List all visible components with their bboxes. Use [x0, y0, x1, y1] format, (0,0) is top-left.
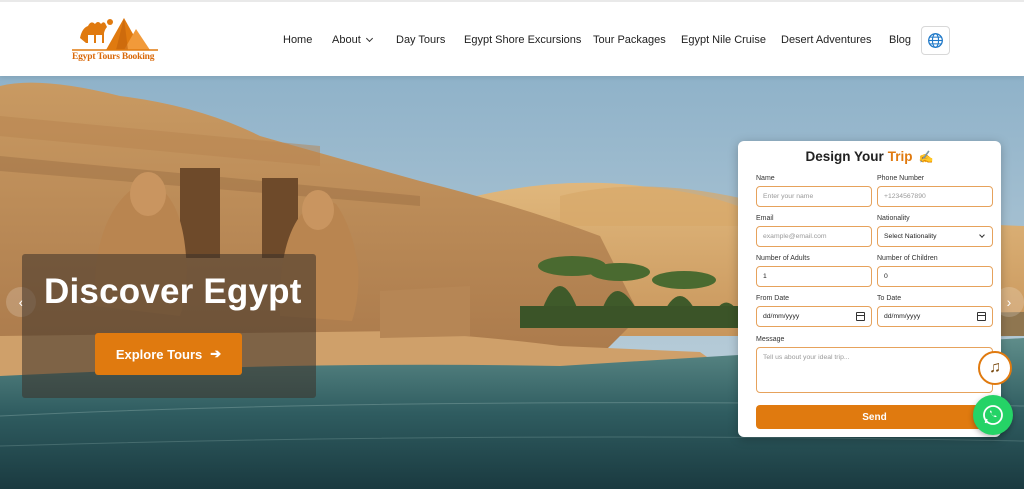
- from-date-label: From Date: [756, 295, 790, 302]
- nav-tour-packages[interactable]: Tour Packages: [593, 34, 666, 46]
- email-label: Email: [756, 215, 774, 222]
- to-date-input[interactable]: dd/mm/yyyy: [877, 306, 993, 327]
- email-input[interactable]: example@email.com: [756, 226, 872, 247]
- logo-text: Egypt Tours Booking: [72, 52, 155, 62]
- logo-pyramids-camel-icon: [72, 18, 158, 51]
- children-input[interactable]: 0: [877, 266, 993, 287]
- form-title-accent: Trip: [887, 149, 913, 164]
- nav-about[interactable]: About: [332, 34, 373, 46]
- send-button[interactable]: Send: [756, 405, 993, 429]
- phone-input[interactable]: +1234567890: [877, 186, 993, 207]
- nationality-label: Nationality: [877, 215, 910, 222]
- nationality-select[interactable]: Select Nationality: [877, 226, 993, 247]
- arrow-right-icon: ➔: [210, 346, 222, 361]
- site-header: Egypt Tours Booking Home About Day Tours…: [0, 0, 1024, 76]
- adults-label: Number of Adults: [756, 255, 810, 262]
- nav-desert-adventures[interactable]: Desert Adventures: [781, 34, 872, 46]
- nav-day-tours[interactable]: Day Tours: [396, 34, 445, 46]
- nav-nile-cruise[interactable]: Egypt Nile Cruise: [681, 34, 766, 46]
- language-button[interactable]: [921, 26, 950, 55]
- whatsapp-button[interactable]: [973, 395, 1013, 435]
- name-input[interactable]: Enter your name: [756, 186, 872, 207]
- chevron-down-icon: [979, 232, 985, 238]
- from-date-input[interactable]: dd/mm/yyyy: [756, 306, 872, 327]
- music-toggle-button[interactable]: ♫: [978, 351, 1012, 385]
- nav-blog[interactable]: Blog: [889, 34, 911, 46]
- chevron-down-icon: [365, 34, 373, 43]
- nav-home[interactable]: Home: [283, 34, 312, 46]
- message-textarea[interactable]: Tell us about your ideal trip...: [756, 347, 993, 393]
- design-trip-form: Design Your Trip ✍ Name Enter your name Ph…: [738, 141, 1001, 437]
- whatsapp-icon: [983, 405, 1003, 425]
- to-date-label: To Date: [877, 295, 902, 302]
- explore-tours-button[interactable]: Explore Tours ➔: [95, 333, 242, 375]
- chevron-right-icon: ›: [1006, 294, 1012, 310]
- form-title-part1: Design Your: [805, 149, 884, 164]
- calendar-icon[interactable]: [856, 312, 865, 321]
- globe-icon: [928, 33, 943, 48]
- explore-tours-label: Explore Tours: [115, 346, 203, 362]
- nationality-value: Select Nationality: [884, 233, 937, 240]
- site-logo[interactable]: Egypt Tours Booking: [72, 12, 162, 68]
- calendar-icon[interactable]: [977, 312, 986, 321]
- feather-pen-icon: ✍: [918, 150, 934, 164]
- nav-about-label: About: [332, 34, 361, 46]
- form-title: Design Your Trip ✍: [738, 149, 1001, 164]
- children-label: Number of Children: [877, 255, 938, 262]
- music-note-icon: ♫: [989, 359, 1001, 376]
- adults-input[interactable]: 1: [756, 266, 872, 287]
- name-label: Name: [756, 175, 775, 182]
- phone-label: Phone Number: [877, 175, 925, 182]
- message-label: Message: [756, 336, 785, 343]
- nav-shore-excursions[interactable]: Egypt Shore Excursions: [464, 34, 581, 46]
- from-date-value: dd/mm/yyyy: [763, 313, 800, 320]
- hero-title: Discover Egypt: [44, 272, 302, 311]
- to-date-value: dd/mm/yyyy: [884, 313, 921, 320]
